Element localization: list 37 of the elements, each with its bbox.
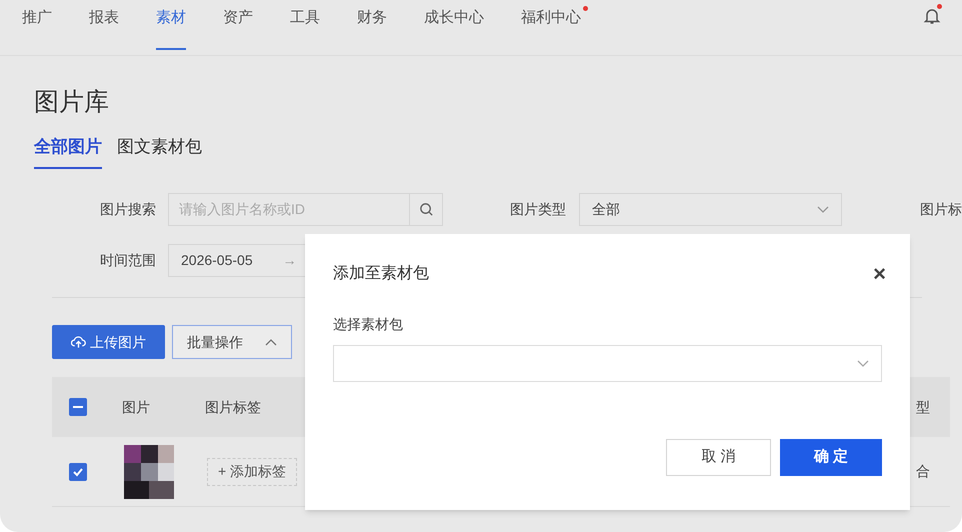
- cancel-button[interactable]: 取 消: [666, 439, 771, 476]
- checkbox[interactable]: [69, 398, 87, 416]
- page-tab[interactable]: 图文素材包: [117, 134, 202, 169]
- field-label: 图片类型: [510, 200, 567, 219]
- column-header: 型: [916, 398, 930, 416]
- add-tag-button[interactable]: + 添加标签: [207, 458, 298, 486]
- field-label: 时间范围: [100, 251, 157, 270]
- nav-tab[interactable]: 素材: [156, 5, 186, 50]
- column-header: 图片标签: [205, 398, 261, 416]
- nav-tab[interactable]: 财务: [357, 5, 387, 50]
- nav-tab[interactable]: 福利中心: [521, 5, 581, 50]
- nav-tab[interactable]: 资产: [223, 5, 253, 50]
- field-label: 图片标: [920, 200, 962, 219]
- confirm-button[interactable]: 确 定: [780, 439, 882, 476]
- column-header: 图片: [122, 398, 151, 416]
- cloud-upload-icon: [71, 335, 86, 349]
- chevron-down-icon: [857, 360, 869, 368]
- checkbox[interactable]: [69, 462, 87, 480]
- page-title: 图片库: [34, 87, 109, 118]
- nav-tab[interactable]: 推广: [22, 5, 52, 50]
- close-button[interactable]: ×: [873, 263, 886, 285]
- nav-tab[interactable]: 成长中心: [424, 5, 484, 50]
- type-select[interactable]: 全部: [579, 193, 842, 226]
- chevron-down-icon: [817, 206, 829, 214]
- table-cell-text: 合: [916, 462, 930, 481]
- nav-tab[interactable]: 工具: [290, 5, 320, 50]
- field-label: 图片搜索: [100, 200, 157, 219]
- caret-icon: [265, 338, 277, 346]
- dialog-title: 添加至素材包: [333, 264, 429, 284]
- search-icon: [418, 202, 434, 217]
- check-icon: [72, 466, 84, 478]
- field-label: 选择素材包: [333, 315, 403, 334]
- search-button[interactable]: [410, 193, 443, 226]
- batch-dropdown-button[interactable]: 批量操作: [172, 325, 292, 359]
- nav-tab[interactable]: 报表: [89, 5, 119, 50]
- upload-button[interactable]: 上传图片: [52, 325, 165, 359]
- page-tab[interactable]: 全部图片: [34, 134, 102, 169]
